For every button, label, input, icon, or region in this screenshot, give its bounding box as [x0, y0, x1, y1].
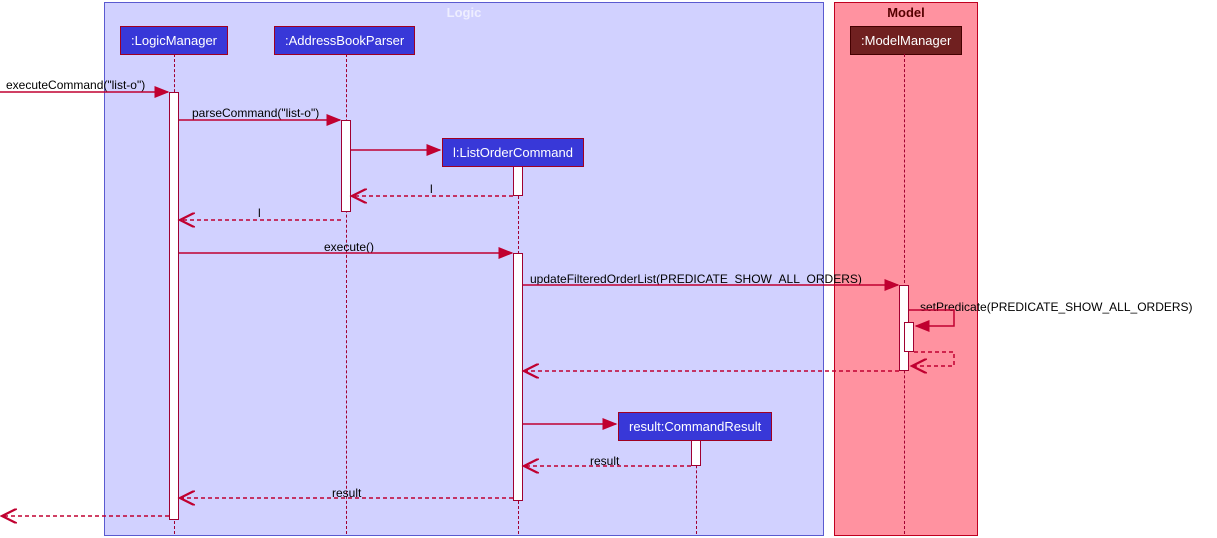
lifeline-label: :AddressBookParser: [285, 33, 404, 48]
msg-return-l2: l: [258, 206, 261, 220]
activation-bar: [691, 440, 701, 466]
activation-bar: [513, 166, 523, 196]
activation-bar: [341, 120, 351, 212]
activation-bar: [904, 322, 914, 352]
frame-model-title: Model: [887, 5, 925, 20]
lifeline-command-result: result:CommandResult: [618, 412, 772, 441]
msg-return-result1: result: [590, 454, 619, 468]
lifeline-label: :LogicManager: [131, 33, 217, 48]
frame-logic: Logic: [104, 2, 824, 536]
msg-parse-command: parseCommand("list-o"): [192, 106, 319, 120]
lifeline-label: l:ListOrderCommand: [453, 145, 573, 160]
lifeline-address-book-parser: :AddressBookParser: [274, 26, 415, 55]
lifeline-list-order-command: l:ListOrderCommand: [442, 138, 584, 167]
msg-execute: execute(): [324, 240, 374, 254]
frame-logic-title: Logic: [447, 5, 482, 20]
lifeline-model-manager: :ModelManager: [850, 26, 962, 55]
msg-return-result2: result: [332, 486, 361, 500]
msg-return-l1: l: [430, 182, 433, 196]
frame-model: Model: [834, 2, 978, 536]
lifeline-label: result:CommandResult: [629, 419, 761, 434]
activation-bar: [513, 253, 523, 501]
lifeline-logic-manager: :LogicManager: [120, 26, 228, 55]
msg-execute-command: executeCommand("list-o"): [6, 78, 145, 92]
lifeline-label: :ModelManager: [861, 33, 951, 48]
activation-bar: [169, 92, 179, 520]
msg-set-predicate: setPredicate(PREDICATE_SHOW_ALL_ORDERS): [920, 300, 1193, 314]
msg-update-filtered: updateFilteredOrderList(PREDICATE_SHOW_A…: [530, 272, 862, 286]
